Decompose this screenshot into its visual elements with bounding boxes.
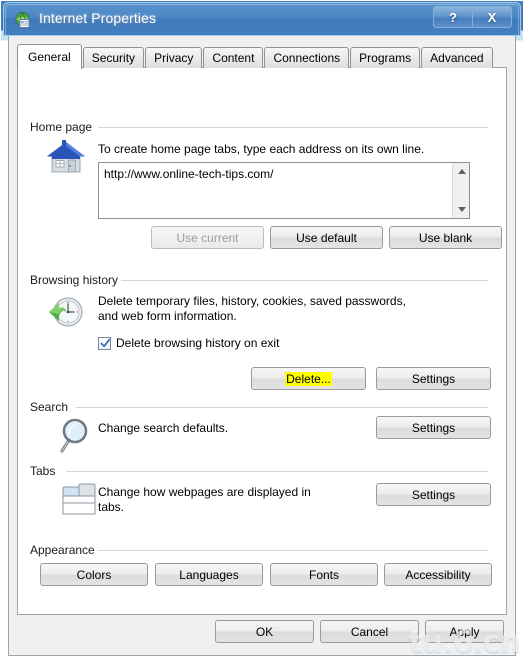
home-page-description: To create home page tabs, type each addr… (98, 142, 425, 156)
house-icon (44, 138, 88, 183)
tab-privacy[interactable]: Privacy (145, 47, 203, 68)
home-page-url-value: http://www.online-tech-tips.com/ (104, 167, 274, 181)
scroll-up-arrow-icon[interactable] (453, 163, 469, 180)
cancel-button[interactable]: Cancel (320, 620, 419, 643)
fonts-button[interactable]: Fonts (270, 563, 378, 586)
close-icon[interactable]: X (472, 6, 512, 28)
browsing-history-description-line2: and web form information. (98, 309, 237, 323)
tab-strip: General Security Privacy Content Connect… (17, 44, 494, 69)
dialog-client-area: General Security Privacy Content Connect… (8, 36, 516, 656)
tabs-settings-button[interactable]: Settings (376, 483, 491, 506)
scroll-down-arrow-icon[interactable] (453, 201, 469, 218)
search-group-label: Search (30, 400, 74, 414)
dialog-button-bar: OK Cancel Apply (9, 615, 515, 655)
help-button[interactable]: ? (433, 6, 473, 28)
window-title: Internet Properties (39, 10, 157, 26)
tab-page-general: Home page To create home page tabs, type… (17, 67, 507, 615)
home-page-group-label: Home page (30, 120, 98, 134)
tab-connections[interactable]: Connections (264, 47, 350, 68)
magnifier-icon (58, 416, 96, 459)
tab-content[interactable]: Content (203, 47, 264, 68)
delete-browsing-history-on-exit-checkbox[interactable]: Delete browsing history on exit (98, 336, 279, 350)
appearance-group-rule (98, 550, 488, 551)
tabs-description-line2: tabs. (98, 500, 125, 514)
tab-advanced[interactable]: Advanced (421, 47, 493, 68)
use-blank-button[interactable]: Use blank (389, 226, 502, 249)
browsing-history-group-rule (121, 280, 488, 281)
browsing-history-group-label: Browsing history (30, 273, 124, 287)
tab-security[interactable]: Security (82, 47, 145, 68)
use-default-button[interactable]: Use default (270, 226, 383, 249)
delete-button-label: Delete... (285, 371, 332, 386)
use-current-button[interactable]: Use current (151, 226, 264, 249)
appearance-group-label: Appearance (30, 543, 100, 557)
home-page-group-rule (98, 127, 488, 128)
home-page-url-textarea[interactable]: http://www.online-tech-tips.com/ (98, 162, 470, 219)
checkbox-box[interactable] (98, 336, 111, 350)
window-frame: Internet Properties ? X General Security… (0, 0, 524, 668)
ok-button[interactable]: OK (215, 620, 314, 643)
internet-options-globe-icon (14, 11, 32, 29)
checkbox-label: Delete browsing history on exit (116, 336, 280, 350)
tab-general[interactable]: General (17, 44, 82, 69)
search-description: Change search defaults. (98, 421, 229, 435)
apply-button[interactable]: Apply (425, 620, 504, 643)
home-page-url-scrollbar[interactable] (452, 163, 469, 218)
browsing-history-settings-button[interactable]: Settings (376, 367, 491, 390)
search-settings-button[interactable]: Settings (376, 416, 491, 439)
tab-programs[interactable]: Programs (350, 47, 421, 68)
browser-tabs-icon (61, 482, 103, 523)
search-group-rule (76, 407, 488, 408)
languages-button[interactable]: Languages (155, 563, 263, 586)
title-bar: Internet Properties ? X (3, 2, 521, 36)
tabs-group-label: Tabs (30, 464, 61, 478)
tabs-description-line1: Change how webpages are displayed in (98, 485, 311, 499)
delete-button[interactable]: Delete... (251, 367, 366, 390)
browsing-history-description-line1: Delete temporary files, history, cookies… (98, 294, 406, 308)
clock-history-icon (46, 292, 88, 335)
accessibility-button[interactable]: Accessibility (384, 563, 492, 586)
window-controls: ? X (433, 6, 512, 28)
tabs-group-rule (66, 471, 488, 472)
colors-button[interactable]: Colors (40, 563, 148, 586)
